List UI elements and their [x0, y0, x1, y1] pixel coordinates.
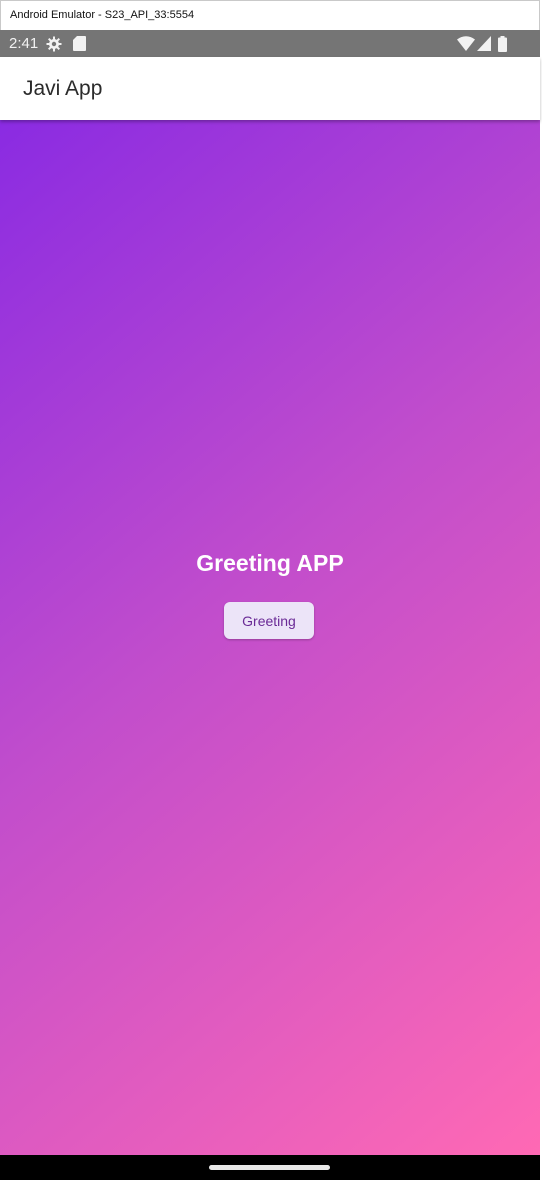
emulator-window-titlebar: Android Emulator - S23_API_33:5554	[0, 0, 540, 30]
status-time: 2:41	[9, 35, 39, 52]
home-gesture-handle[interactable]	[209, 1165, 330, 1170]
app-title: Javi App	[23, 77, 103, 100]
sd-card-icon	[73, 36, 86, 51]
page-heading: Greeting APP	[196, 550, 344, 576]
settings-gear-icon	[46, 36, 62, 52]
window-title: Android Emulator - S23_API_33:5554	[10, 9, 195, 21]
cellular-signal-icon	[477, 36, 491, 51]
battery-icon	[498, 36, 507, 52]
greeting-button[interactable]: Greeting	[224, 602, 314, 639]
gradient-content-area: Greeting APP Greeting	[0, 120, 540, 1155]
app-bar: Javi App	[0, 57, 540, 120]
system-nav-bar	[0, 1155, 540, 1180]
wifi-icon	[457, 36, 475, 51]
status-bar: 2:41	[0, 30, 540, 57]
